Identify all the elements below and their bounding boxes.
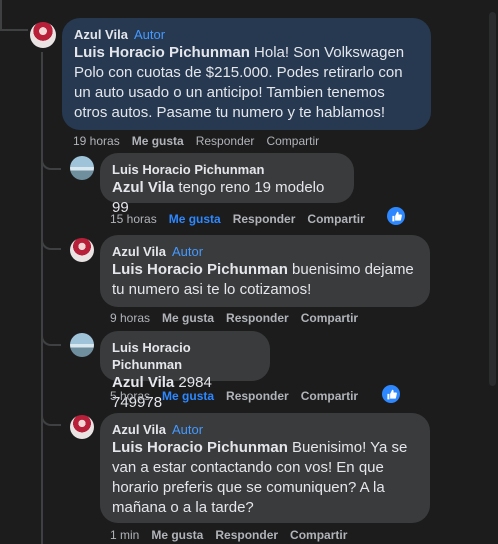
- share-button[interactable]: Compartir: [307, 212, 364, 226]
- comment-text: Luis Horacio Pichunman buenisimo dejame …: [112, 260, 418, 300]
- timestamp[interactable]: 15 horas: [110, 212, 157, 226]
- comment-actions: 5 horas Me gusta Responder Compartir: [110, 389, 370, 403]
- author-badge: Autor: [171, 422, 204, 437]
- reply-button[interactable]: Responder: [233, 212, 296, 226]
- author-name[interactable]: Azul Vila: [74, 27, 128, 42]
- avatar[interactable]: [70, 238, 94, 262]
- author-name[interactable]: Azul Vila: [112, 244, 166, 259]
- like-reaction-icon[interactable]: [387, 207, 405, 225]
- like-reaction-icon[interactable]: [382, 385, 400, 403]
- comment-actions: 19 horas Me gusta Responder Compartir: [73, 134, 331, 148]
- thread-branch: [41, 406, 61, 426]
- comment-author: Azul Vila Autor: [112, 243, 418, 260]
- comment-author: Luis Horacio Pichunman: [112, 161, 342, 178]
- scrollbar-thumb[interactable]: [489, 12, 496, 386]
- reply-button[interactable]: Responder: [196, 134, 255, 148]
- author-name[interactable]: Azul Vila: [112, 422, 166, 437]
- avatar[interactable]: [30, 22, 56, 48]
- thread-branch: [41, 326, 61, 346]
- comment-author: Azul Vila Autor: [74, 26, 419, 43]
- comment-bubble: Azul Vila Autor Luis Horacio Pichunman Bu…: [100, 413, 430, 523]
- comment-thread: Azul Vila Autor Luis Horacio Pichunman Ho…: [0, 0, 498, 544]
- author-name[interactable]: Luis Horacio Pichunman: [112, 162, 264, 177]
- avatar[interactable]: [70, 415, 94, 439]
- comment-actions: 15 horas Me gusta Responder Compartir: [110, 212, 377, 226]
- timestamp[interactable]: 19 horas: [73, 134, 120, 148]
- timestamp[interactable]: 9 horas: [110, 311, 150, 325]
- reply-button[interactable]: Responder: [215, 528, 278, 542]
- comment-author: Azul Vila Autor: [112, 421, 418, 438]
- like-button[interactable]: Me gusta: [162, 311, 214, 325]
- share-button[interactable]: Compartir: [301, 389, 358, 403]
- mention-link[interactable]: Azul Vila: [112, 179, 174, 196]
- comment-text: Luis Horacio Pichunman Hola! Son Volkswa…: [74, 43, 419, 123]
- mention-link[interactable]: Luis Horacio Pichunman: [112, 439, 288, 456]
- comment-actions: 1 min Me gusta Responder Compartir: [110, 528, 359, 542]
- timestamp[interactable]: 1 min: [110, 528, 139, 542]
- reply-button[interactable]: Responder: [226, 311, 289, 325]
- comment-bubble: Luis Horacio Pichunman Azul Vila 2984 74…: [100, 331, 270, 411]
- author-name[interactable]: Luis Horacio Pichunman: [112, 340, 191, 372]
- author-badge: Autor: [171, 244, 204, 259]
- mention-link[interactable]: Luis Horacio Pichunman: [74, 44, 250, 61]
- share-button[interactable]: Compartir: [301, 311, 358, 325]
- reply-button[interactable]: Responder: [226, 389, 289, 403]
- like-button[interactable]: Me gusta: [151, 528, 203, 542]
- like-button[interactable]: Me gusta: [162, 389, 214, 403]
- comment-actions: 9 horas Me gusta Responder Compartir: [110, 311, 370, 325]
- mention-link[interactable]: Luis Horacio Pichunman: [112, 261, 288, 278]
- share-button[interactable]: Compartir: [266, 134, 319, 148]
- like-button[interactable]: Me gusta: [132, 134, 184, 148]
- comment-bubble: Luis Horacio Pichunman Azul Vila tengo r…: [100, 153, 354, 216]
- avatar[interactable]: [70, 333, 94, 357]
- thread-branch: [41, 150, 61, 170]
- comment-bubble: Azul Vila Autor Luis Horacio Pichunman bu…: [100, 235, 430, 307]
- comment-bubble: Azul Vila Autor Luis Horacio Pichunman Ho…: [62, 18, 431, 130]
- thread-line: [0, 0, 2, 30]
- author-badge: Autor: [133, 27, 166, 42]
- thread-line: [0, 29, 28, 31]
- thread-line: [41, 52, 43, 544]
- share-button[interactable]: Compartir: [290, 528, 347, 542]
- timestamp[interactable]: 5 horas: [110, 389, 150, 403]
- avatar[interactable]: [70, 156, 94, 180]
- comment-author: Luis Horacio Pichunman: [112, 339, 258, 373]
- thread-branch: [41, 230, 61, 250]
- scrollbar[interactable]: [487, 0, 498, 544]
- like-button[interactable]: Me gusta: [169, 212, 221, 226]
- comment-text: Luis Horacio Pichunman Buenisimo! Ya se …: [112, 438, 418, 518]
